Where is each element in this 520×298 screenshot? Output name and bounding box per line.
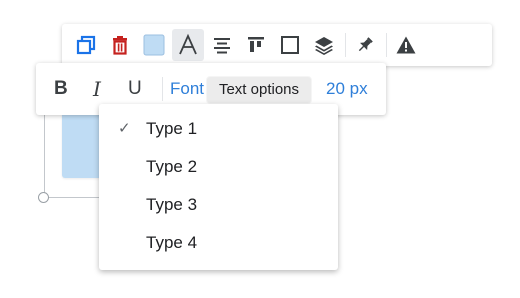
toolbar-divider xyxy=(345,33,346,57)
font-type-menu: ✓ Type 1 Type 2 Type 3 Type 4 xyxy=(99,104,338,270)
align-center-icon xyxy=(214,38,230,54)
menu-item-type-3[interactable]: Type 3 xyxy=(99,186,338,224)
menu-item-type-1[interactable]: ✓ Type 1 xyxy=(99,110,338,148)
align-center-button[interactable] xyxy=(206,29,238,61)
menu-item-type-2[interactable]: Type 2 xyxy=(99,148,338,186)
menu-item-label: Type 2 xyxy=(146,157,198,176)
align-top-button[interactable] xyxy=(240,29,272,61)
warning-icon xyxy=(396,36,416,54)
object-toolbar xyxy=(62,24,492,66)
menu-item-label: Type 4 xyxy=(146,233,198,252)
text-toolbar-divider xyxy=(162,77,163,101)
menu-item-type-4[interactable]: Type 4 xyxy=(99,224,338,262)
menu-item-label: Type 3 xyxy=(146,195,198,214)
toolbar-divider xyxy=(386,33,387,57)
pin-button[interactable] xyxy=(349,29,381,61)
checkmark-icon: ✓ xyxy=(118,120,131,137)
align-top-icon xyxy=(248,37,264,52)
selected-shape[interactable] xyxy=(62,112,104,178)
delete-button[interactable] xyxy=(104,29,136,61)
border-button[interactable] xyxy=(274,29,306,61)
trash-icon xyxy=(113,36,127,55)
text-options-button[interactable] xyxy=(172,29,204,61)
border-square-icon xyxy=(281,36,299,54)
layers-button[interactable] xyxy=(308,29,340,61)
bold-button[interactable]: B xyxy=(54,63,68,115)
text-a-icon xyxy=(179,33,197,55)
pin-icon xyxy=(358,37,373,52)
resize-handle[interactable] xyxy=(38,192,49,203)
menu-item-label: Type 1 xyxy=(146,119,198,138)
canvas: B I U Font 20 px Text options ✓ Type 1 T… xyxy=(0,0,520,298)
layers-icon xyxy=(315,37,333,55)
duplicate-icon xyxy=(76,35,96,55)
fill-color-swatch xyxy=(143,34,165,56)
tooltip: Text options xyxy=(207,77,311,103)
fill-color-button[interactable] xyxy=(138,29,170,61)
duplicate-button[interactable] xyxy=(70,29,102,61)
warning-button[interactable] xyxy=(390,29,422,61)
